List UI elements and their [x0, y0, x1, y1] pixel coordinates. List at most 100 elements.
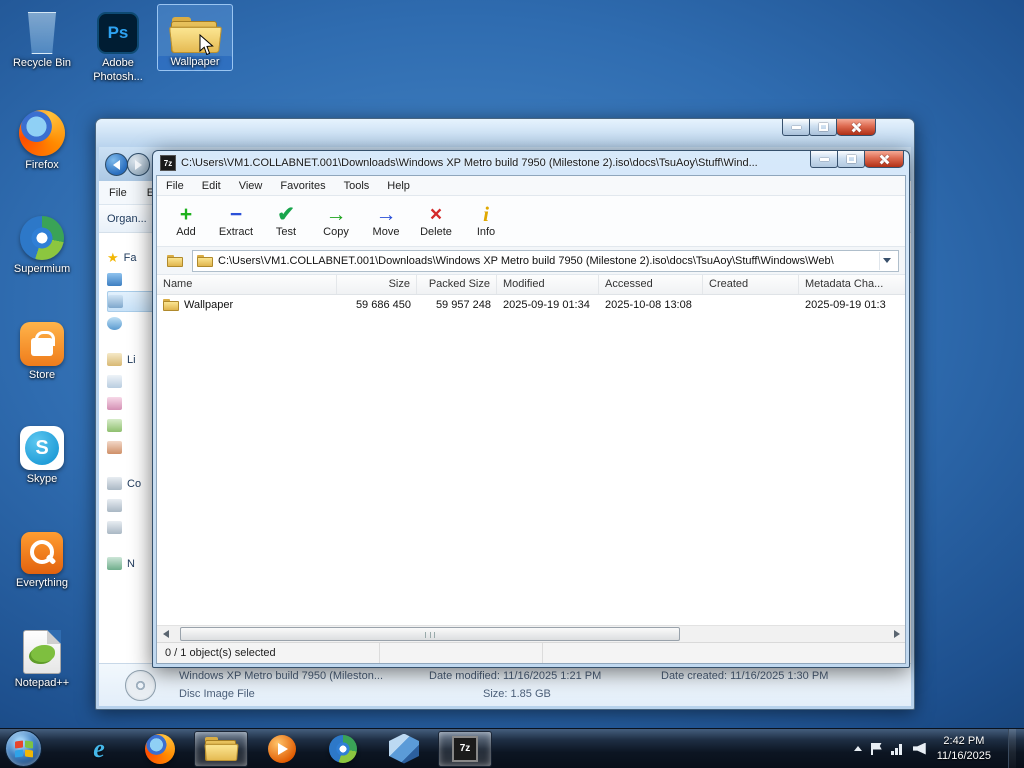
file-type: Disc Image File	[179, 688, 255, 700]
nav-pictures[interactable]	[107, 415, 155, 436]
nav-drive-c[interactable]	[107, 495, 155, 516]
folder-icon	[197, 254, 213, 267]
menu-help[interactable]: Help	[378, 180, 419, 192]
column-name[interactable]: Name	[157, 275, 337, 294]
documents-icon	[107, 375, 122, 388]
7zip-app-icon: 7z	[160, 155, 176, 171]
nav-recent[interactable]	[107, 313, 155, 334]
column-size[interactable]: Size	[337, 275, 417, 294]
info-button[interactable]: i Info	[463, 198, 509, 244]
desktop-icon-firefox[interactable]: Firefox	[4, 108, 80, 173]
videos-icon	[107, 441, 122, 454]
7zip-icon: 7z	[452, 735, 478, 762]
desktop-icon-everything[interactable]: Everything	[4, 526, 80, 591]
file-row-wallpaper[interactable]: Wallpaper 59 686 450 59 957 248 2025-09-…	[157, 295, 905, 314]
up-one-level-button[interactable]	[163, 250, 187, 271]
delete-button[interactable]: × Delete	[413, 198, 459, 244]
taskbar-supermium[interactable]	[316, 731, 370, 767]
drive-icon	[107, 499, 122, 512]
scrollbar-thumb[interactable]	[180, 626, 680, 641]
address-bar[interactable]: C:\Users\VM1.COLLABNET.001\Downloads\Win…	[192, 249, 899, 272]
menu-tools[interactable]: Tools	[335, 180, 379, 192]
close-button[interactable]	[864, 151, 904, 168]
nav-favorites[interactable]: ★ Fa	[107, 247, 155, 268]
horizontal-scrollbar[interactable]	[157, 625, 905, 642]
nav-network[interactable]: N	[107, 553, 155, 574]
desktop-icon-supermium[interactable]: Supermium	[4, 212, 80, 277]
volume-icon[interactable]	[912, 742, 926, 755]
menu-favorites[interactable]: Favorites	[271, 180, 334, 192]
organize-button[interactable]: Organ...	[99, 213, 155, 225]
start-button[interactable]	[5, 730, 42, 767]
desktop-icon-wallpaper[interactable]: Wallpaper	[157, 4, 233, 71]
menu-view[interactable]: View	[230, 180, 272, 192]
nav-computer[interactable]: Co	[107, 473, 155, 494]
address-dropdown-button[interactable]	[879, 251, 894, 270]
show-desktop-button[interactable]	[1008, 729, 1016, 768]
taskbar-explorer[interactable]	[194, 730, 248, 767]
arrow-left-icon	[162, 630, 169, 638]
scroll-right-button[interactable]	[888, 625, 905, 642]
minimize-button[interactable]	[810, 151, 838, 168]
nav-downloads-selected[interactable]	[107, 291, 155, 312]
nav-music[interactable]	[107, 393, 155, 414]
move-button[interactable]: → Move	[363, 198, 409, 244]
desktop-icon-photoshop[interactable]: Ps Adobe Photosh...	[80, 6, 156, 85]
desktop-icon-store[interactable]: Store	[4, 318, 80, 383]
column-accessed[interactable]: Accessed	[599, 275, 703, 294]
add-button[interactable]: + Add	[163, 198, 209, 244]
store-icon	[20, 322, 64, 366]
network-icon[interactable]	[890, 743, 904, 755]
nav-documents[interactable]	[107, 371, 155, 392]
column-created[interactable]: Created	[703, 275, 799, 294]
selection-status: 0 / 1 object(s) selected	[157, 643, 380, 663]
taskbar-media-player[interactable]	[255, 731, 309, 767]
desktop-icon-skype[interactable]: S Skype	[4, 422, 80, 487]
column-packed-size[interactable]: Packed Size	[417, 275, 497, 294]
menu-file[interactable]: File	[157, 180, 193, 192]
chevron-down-icon	[883, 258, 891, 263]
pictures-icon	[107, 419, 122, 432]
firefox-icon	[19, 110, 65, 156]
close-button[interactable]	[836, 119, 876, 136]
show-hidden-icons-button[interactable]	[853, 746, 862, 751]
nav-desktop[interactable]	[107, 269, 155, 290]
taskbar-clock[interactable]: 2:42 PM 11/16/2025	[935, 734, 999, 764]
maximize-button[interactable]	[837, 151, 865, 168]
taskbar-7zip[interactable]: 7z	[438, 730, 492, 767]
file-name-cell: Wallpaper	[157, 298, 337, 311]
everything-icon	[21, 532, 63, 574]
file-modified-cell: 2025-09-19 01:34	[503, 298, 590, 311]
extract-button[interactable]: − Extract	[213, 198, 259, 244]
downloads-icon	[108, 295, 123, 308]
minimize-icon	[819, 157, 829, 161]
maximize-button[interactable]	[809, 119, 837, 136]
nav-libraries[interactable]: Li	[107, 349, 155, 370]
menu-edit[interactable]: Edit	[193, 180, 230, 192]
copy-button[interactable]: → Copy	[313, 198, 359, 244]
action-center-icon[interactable]	[870, 742, 882, 755]
taskbar-virtualbox[interactable]	[377, 731, 431, 767]
7zip-window-title: C:\Users\VM1.COLLABNET.001\Downloads\Win…	[181, 157, 758, 169]
back-button[interactable]	[105, 153, 128, 176]
scrollbar-track[interactable]	[174, 626, 888, 643]
column-metadata-changed[interactable]: Metadata Cha...	[799, 275, 905, 294]
desktop-icon-notepadpp[interactable]: Notepad++	[4, 626, 80, 691]
desktop-shortcut-icon	[107, 273, 122, 286]
status-segment	[380, 643, 543, 663]
scroll-left-button[interactable]	[157, 625, 174, 642]
nav-drive-d[interactable]	[107, 517, 155, 538]
minimize-button[interactable]	[782, 119, 810, 136]
column-modified[interactable]: Modified	[497, 275, 599, 294]
desktop-icon-recycle-bin[interactable]: Recycle Bin	[4, 6, 80, 71]
test-icon: ✔	[277, 203, 295, 226]
taskbar-internet-explorer[interactable]: e	[72, 731, 126, 767]
test-button[interactable]: ✔ Test	[263, 198, 309, 244]
forward-button[interactable]	[127, 153, 150, 176]
7zip-titlebar[interactable]: 7z C:\Users\VM1.COLLABNET.001\Downloads\…	[156, 151, 906, 175]
menu-file[interactable]: File	[99, 187, 137, 199]
nav-videos[interactable]	[107, 437, 155, 458]
minimize-icon	[791, 125, 801, 129]
desktop-icon-label: Notepad++	[14, 677, 70, 689]
taskbar-firefox[interactable]	[133, 731, 187, 767]
